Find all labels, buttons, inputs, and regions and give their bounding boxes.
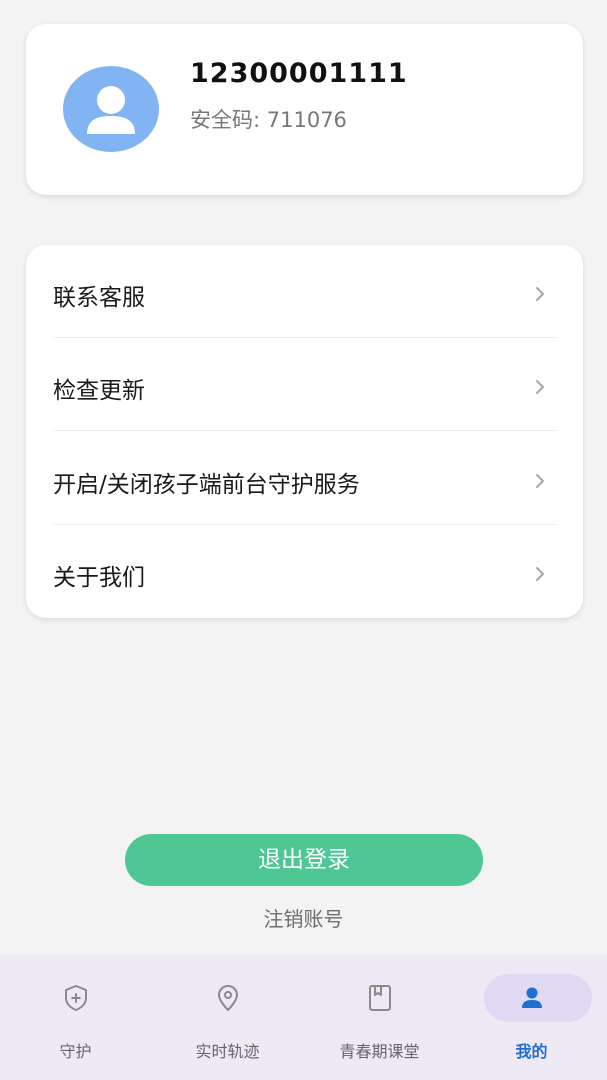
tab-puberty-class[interactable]: 青春期课堂 bbox=[304, 955, 455, 1080]
tab-label: 守护 bbox=[59, 1042, 92, 1061]
book-icon bbox=[368, 985, 391, 1011]
tab-label: 青春期课堂 bbox=[339, 1042, 420, 1061]
bottom-tab-bar: 守护 实时轨迹 青春期课堂 我的 bbox=[0, 955, 607, 1080]
security-code: 安全码: 711076 bbox=[190, 108, 347, 132]
screen: 12300001111 安全码: 711076 联系客服 检查更新 开启/关闭孩… bbox=[0, 0, 607, 1080]
logout-button[interactable]: 退出登录 bbox=[125, 834, 483, 886]
menu-item-label: 联系客服 bbox=[53, 285, 145, 311]
person-icon bbox=[521, 987, 542, 1008]
chevron-right-icon bbox=[536, 474, 544, 488]
tab-guard[interactable]: 守护 bbox=[0, 955, 151, 1080]
divider bbox=[53, 430, 556, 431]
menu-item-guard-service[interactable]: 开启/关闭孩子端前台守护服务 bbox=[26, 432, 583, 525]
tab-label: 我的 bbox=[515, 1042, 548, 1061]
menu-item-contact-service[interactable]: 联系客服 bbox=[26, 245, 583, 338]
phone-number: 12300001111 bbox=[190, 58, 408, 89]
deregister-account-link[interactable]: 注销账号 bbox=[0, 903, 607, 932]
chevron-right-icon bbox=[536, 380, 544, 394]
menu-item-label: 开启/关闭孩子端前台守护服务 bbox=[53, 472, 360, 498]
menu-item-label: 关于我们 bbox=[53, 565, 145, 591]
menu-item-about-us[interactable]: 关于我们 bbox=[26, 525, 583, 618]
menu-item-check-update[interactable]: 检查更新 bbox=[26, 338, 583, 431]
chevron-right-icon bbox=[536, 287, 544, 301]
avatar[interactable] bbox=[63, 66, 159, 152]
tab-realtime-track[interactable]: 实时轨迹 bbox=[152, 955, 303, 1080]
shield-plus-icon bbox=[64, 985, 87, 1011]
chevron-right-icon bbox=[536, 567, 544, 581]
menu-item-label: 检查更新 bbox=[53, 378, 145, 404]
tab-mine[interactable]: 我的 bbox=[456, 955, 607, 1080]
settings-menu: 联系客服 检查更新 开启/关闭孩子端前台守护服务 关于我们 bbox=[26, 245, 583, 618]
location-pin-icon bbox=[217, 985, 238, 1011]
person-icon bbox=[87, 86, 135, 134]
profile-card[interactable]: 12300001111 安全码: 711076 bbox=[26, 24, 583, 195]
tab-label: 实时轨迹 bbox=[195, 1042, 260, 1061]
